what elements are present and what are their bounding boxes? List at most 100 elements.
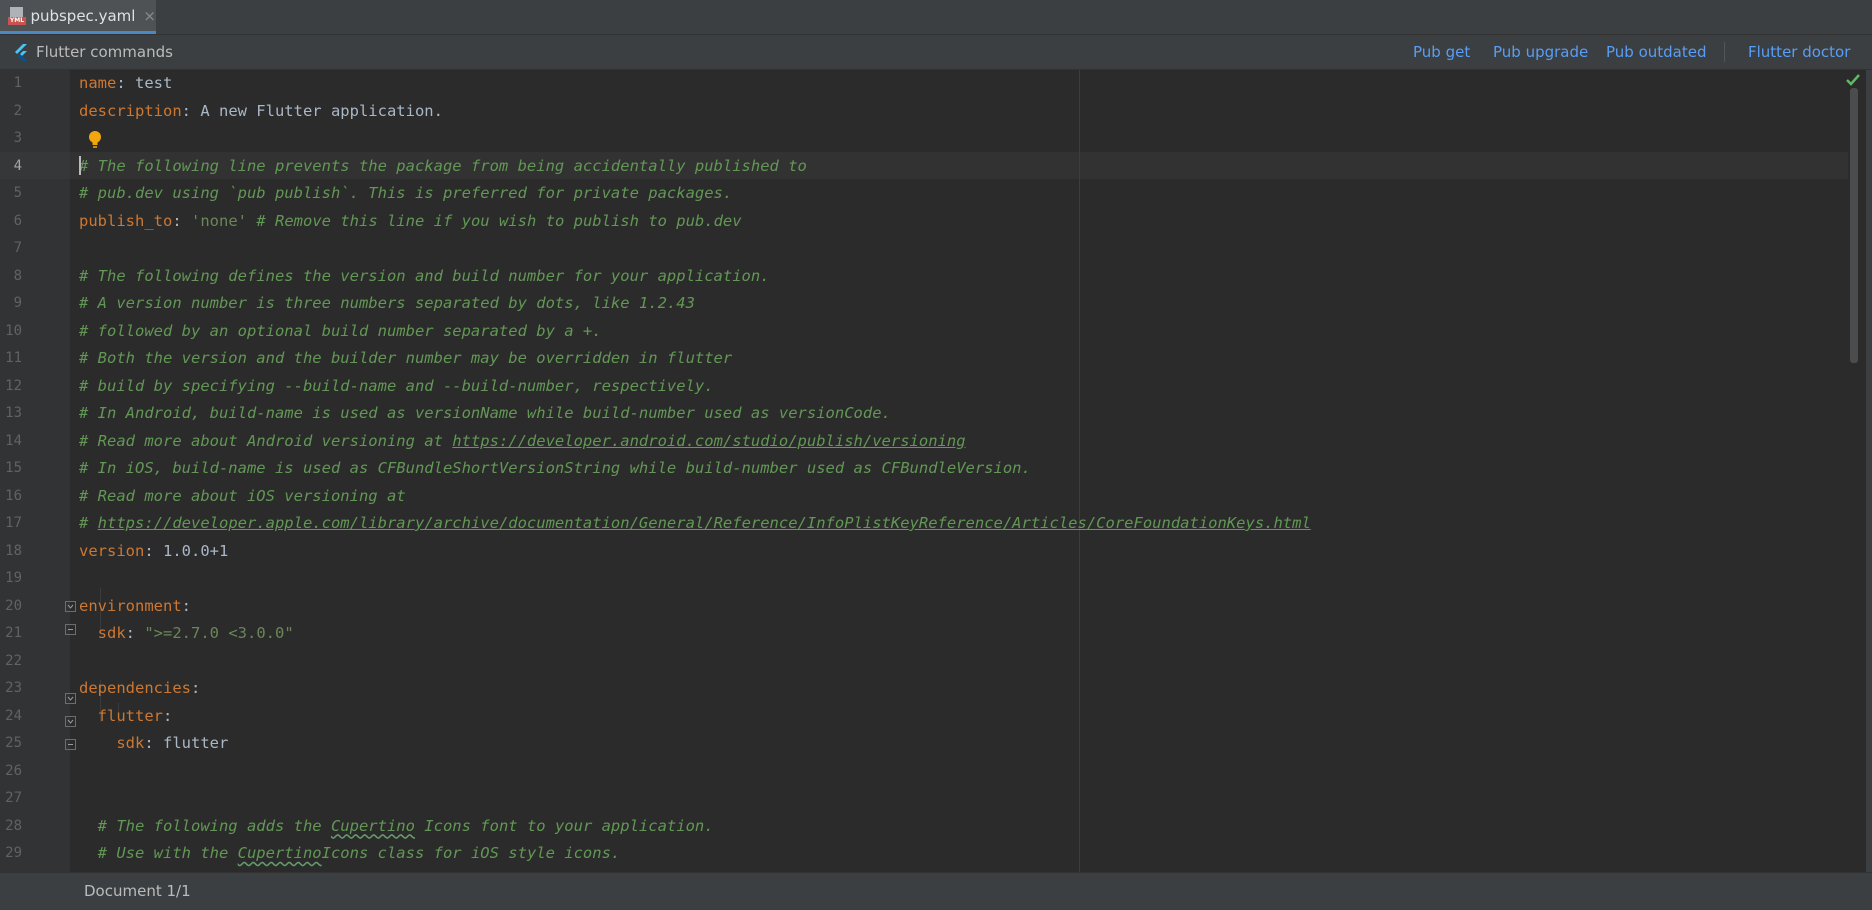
line-number: 13 [5,405,22,421]
code-token: # A version number is three numbers sepa… [79,294,695,312]
line-number: 4 [13,157,22,174]
code-token: sdk [97,624,126,642]
code-line[interactable]: dependencies: [79,675,200,702]
close-icon[interactable]: × [143,7,156,25]
separator [1724,42,1725,62]
code-token: # pub.dev using `pub publish`. This is p… [79,184,733,202]
code-line[interactable]: # A version number is three numbers sepa… [79,290,695,317]
code-token: test [135,74,173,92]
line-number: 1 [13,75,22,91]
code-token: # build by specifying --build-name and -… [79,376,714,395]
code-token: # Read more about Android versioning at [79,431,453,450]
line-number: 27 [5,790,22,806]
code-token: sdk [116,734,145,752]
line-number: 11 [5,350,22,366]
scrollbar-thumb[interactable] [1850,88,1858,363]
line-number: 5 [13,185,22,201]
code-token: # The following defines the version and … [79,266,770,285]
code-token: Icons class for iOS style icons. [321,844,621,862]
code-line[interactable]: # build by specifying --build-name and -… [79,373,714,400]
line-number: 9 [13,295,22,311]
line-number: 14 [5,432,22,449]
code-token: : flutter [144,734,229,752]
code-line[interactable]: version: 1.0.0+1 [79,538,228,565]
code-line[interactable]: sdk: flutter [79,730,228,757]
code-line[interactable]: name: test [79,70,172,97]
code-line[interactable]: # Read more about iOS versioning at [79,483,406,510]
code-token: : [181,596,191,615]
code-token: # Remove this line if you wish to publis… [247,211,742,230]
tab-pubspec-yaml[interactable]: YML pubspec.yaml × [0,0,156,34]
line-number: 26 [5,762,22,779]
line-number: 22 [5,652,22,669]
code-line[interactable]: # In Android, build-name is used as vers… [79,400,891,427]
lightbulb-icon[interactable] [88,130,102,150]
code-token: publish_to [79,211,173,230]
code-token: https://developer.android.com/studio/pub… [452,431,966,450]
code-line[interactable]: # Use with the CupertinoIcons class for … [79,840,621,867]
flutter-icon [15,44,27,61]
code-line[interactable]: # pub.dev using `pub publish`. This is p… [79,180,732,207]
no-problems-check-icon[interactable] [1845,73,1861,87]
code-token: dependencies [79,679,191,697]
code-token: # The following line prevents the packag… [79,156,807,175]
code-line[interactable]: # https://developer.apple.com/library/ar… [79,510,1311,537]
code-token: 'none' [191,211,247,230]
code-token: # In Android, build-name is used as vers… [79,404,891,422]
code-line[interactable]: # The following line prevents the packag… [79,153,807,180]
code-token: # Read more about iOS versioning at [79,486,406,505]
line-number: 18 [5,542,22,559]
line-number: 29 [5,845,22,861]
line-number: 15 [5,460,22,476]
code-token: : A new Flutter application. [181,101,443,120]
line-number: 19 [5,570,22,586]
line-number: 2 [13,102,22,119]
line-number: 25 [5,735,22,751]
code-token: # In iOS, build-name is used as CFBundle… [79,459,1031,477]
status-bar: Document 1/1 [0,872,1872,910]
code-token: environment [79,596,182,615]
code-line[interactable]: # followed by an optional build number s… [79,318,602,345]
line-number: 3 [13,130,22,146]
code-line[interactable]: # The following adds the Cupertino Icons… [79,813,714,840]
fold-end-icon[interactable] [65,739,76,750]
code-token: # The following adds the [79,816,331,835]
line-number: 10 [5,322,22,339]
code-token: # [79,514,98,532]
code-token: : [190,679,201,697]
fold-end-icon[interactable] [65,624,76,635]
pub-upgrade-link[interactable]: Pub upgrade [1493,43,1588,61]
code-editor[interactable]: 1 name: test 2 description: A new Flutter a… [0,70,1872,872]
code-line[interactable]: # Read more about Android versioning at … [79,428,966,455]
code-line[interactable]: # Both the version and the builder numbe… [79,345,732,372]
code-line[interactable]: # In iOS, build-name is used as CFBundle… [79,455,1031,482]
code-line[interactable]: sdk: ">=2.7.0 <3.0.0" [79,620,294,647]
line-number: 28 [5,817,22,834]
line-number: 24 [5,707,22,724]
code-line[interactable]: flutter: [79,703,173,730]
line-number: 20 [5,597,22,614]
code-token: : [172,211,191,230]
fold-toggle-icon[interactable] [65,693,76,704]
right-margin-guide [1079,70,1080,872]
code-line[interactable]: description: A new Flutter application. [79,98,443,125]
code-token: version [79,541,145,560]
code-line[interactable]: environment: [79,593,191,620]
code-token: flutter [97,706,163,725]
line-number: 6 [13,212,22,229]
pub-get-link[interactable]: Pub get [1413,43,1470,61]
flutter-commands-bar: Flutter commands Pub get Pub upgrade Pub… [0,35,1872,70]
fold-toggle-icon[interactable] [65,601,76,612]
text-caret [79,156,81,175]
fold-toggle-icon[interactable] [65,716,76,727]
pub-outdated-link[interactable]: Pub outdated [1606,43,1707,61]
code-token: # followed by an optional build number s… [79,321,602,340]
line-number: 12 [5,377,22,394]
code-token: : [125,624,145,642]
code-line[interactable]: # The following defines the version and … [79,263,770,290]
code-token: description [79,101,182,120]
code-line[interactable]: publish_to: 'none' # Remove this line if… [79,208,742,235]
flutter-doctor-link[interactable]: Flutter doctor [1748,43,1850,61]
